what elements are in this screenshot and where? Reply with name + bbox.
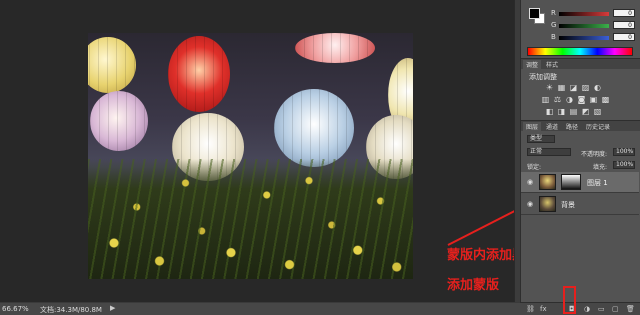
tab-adjustments[interactable]: 调整 xyxy=(523,60,542,69)
adjustment-icons-row-3: ◧ ◨ ▤ ◩ ▧ xyxy=(545,107,602,116)
brightness-icon[interactable]: ☀ xyxy=(545,83,554,92)
layer-row-background[interactable]: ◉ 背景 xyxy=(521,194,639,215)
invert-icon[interactable]: ◧ xyxy=(545,107,554,116)
layers-panel: 图层 通道 路径 历史记录 类型 正常 不透明度: 100% 锁定: 填充: 1… xyxy=(521,120,640,302)
levels-icon[interactable]: ▦ xyxy=(557,83,566,92)
vibrance-icon[interactable]: ◐ xyxy=(593,83,602,92)
lantern-purple xyxy=(90,91,148,151)
fill-field[interactable]: 100% xyxy=(613,161,635,169)
green-value-field[interactable]: 0 xyxy=(613,21,635,29)
visibility-eye-icon[interactable]: ◉ xyxy=(527,178,533,186)
foreground-color-swatch[interactable] xyxy=(529,8,540,19)
layer-name[interactable]: 图层 1 xyxy=(587,178,608,188)
tab-history[interactable]: 历史记录 xyxy=(583,122,613,131)
visibility-eye-icon[interactable]: ◉ xyxy=(527,200,533,208)
green-slider-track[interactable] xyxy=(559,24,609,28)
layers-tabs: 图层 通道 路径 历史记录 xyxy=(521,121,640,131)
channel-mixer-icon[interactable]: ▣ xyxy=(589,95,598,104)
zoom-level[interactable]: 66.67% xyxy=(2,305,29,313)
status-menu-arrow-icon[interactable]: ▶ xyxy=(110,304,115,312)
link-icon[interactable]: ⛓ xyxy=(526,305,535,313)
adjustment-icons-row-2: ▥ ⚖ ◑ ◙ ▣ ▩ xyxy=(541,95,610,104)
blue-value-field[interactable]: 0 xyxy=(613,33,635,41)
tab-layers[interactable]: 图层 xyxy=(523,122,542,131)
new-layer-icon[interactable]: ▢ xyxy=(612,305,619,313)
hue-saturation-icon[interactable]: ▥ xyxy=(541,95,550,104)
blend-mode-select[interactable]: 正常 xyxy=(527,148,571,156)
document-image-lanterns[interactable] xyxy=(88,33,413,279)
tab-paths[interactable]: 路径 xyxy=(563,122,581,131)
status-bar: 66.67% 文档:34.3M/80.8M ▶ xyxy=(0,302,520,315)
lock-label: 锁定: xyxy=(527,164,542,171)
opacity-label: 不透明度: xyxy=(581,151,608,158)
layer-mask-thumbnail[interactable] xyxy=(561,174,581,190)
red-value-field[interactable]: 0 xyxy=(613,9,635,17)
exposure-icon[interactable]: ▨ xyxy=(581,83,590,92)
opacity-field[interactable]: 100% xyxy=(613,148,635,156)
adjustments-panel: 调整 样式 添加调整 ☀ ▦ ◪ ▨ ◐ ▥ ⚖ ◑ ◙ ▣ ▩ ◧ ◨ ▤ ◩… xyxy=(521,58,640,120)
annotation-mask-note: 添加蒙版 xyxy=(447,278,500,293)
selective-color-icon[interactable]: ▧ xyxy=(593,107,602,116)
adjustments-tabs: 调整 样式 xyxy=(521,59,640,69)
lantern-red xyxy=(168,36,230,112)
gradient-map-icon[interactable]: ◩ xyxy=(581,107,590,116)
rapeseed-flower-field xyxy=(88,159,413,279)
tab-styles[interactable]: 样式 xyxy=(543,60,561,69)
color-lookup-icon[interactable]: ▩ xyxy=(601,95,610,104)
layer-filter-kind[interactable]: 类型 xyxy=(527,135,555,143)
black-white-icon[interactable]: ◑ xyxy=(565,95,574,104)
adjustments-title: 添加调整 xyxy=(529,73,557,81)
trash-icon[interactable]: 🗑 xyxy=(626,305,635,313)
tab-channels[interactable]: 通道 xyxy=(543,122,561,131)
canvas-workspace[interactable] xyxy=(0,0,514,302)
adjustment-icons-row-1: ☀ ▦ ◪ ▨ ◐ xyxy=(545,83,602,92)
slider-red[interactable]: R 0 xyxy=(551,9,639,18)
layer-thumbnail xyxy=(539,196,556,212)
threshold-icon[interactable]: ▤ xyxy=(569,107,578,116)
adjustment-icon[interactable]: ◑ xyxy=(584,305,590,313)
panel-dock: R 0 G 0 B 0 调整 样式 添加调整 ☀ ▦ ◪ ▨ ◐ ▥ ⚖ ◑ ◙… xyxy=(520,0,640,315)
layer-row-layer1[interactable]: ◉ 图层 1 xyxy=(521,172,639,193)
color-balance-icon[interactable]: ⚖ xyxy=(553,95,562,104)
slider-letter: R xyxy=(551,9,556,17)
color-panel: R 0 G 0 B 0 xyxy=(521,0,640,58)
slider-blue[interactable]: B 0 xyxy=(551,33,639,42)
lantern-pink-top xyxy=(295,33,375,63)
add-mask-highlight-box xyxy=(563,286,576,314)
slider-letter: G xyxy=(551,21,557,29)
fill-label: 填充: xyxy=(593,164,608,171)
blue-slider-track[interactable] xyxy=(559,36,609,40)
layer-thumbnail xyxy=(539,174,556,190)
document-size: 文档:34.3M/80.8M xyxy=(40,306,102,314)
curves-icon[interactable]: ◪ xyxy=(569,83,578,92)
layer-name[interactable]: 背景 xyxy=(561,200,575,210)
slider-letter: B xyxy=(551,33,556,41)
lantern-top-left xyxy=(88,37,136,93)
color-spectrum-bar[interactable] xyxy=(527,47,633,56)
lantern-blue xyxy=(274,89,354,167)
folder-icon[interactable]: ▭ xyxy=(598,305,605,313)
fx-icon[interactable]: fx xyxy=(540,305,547,313)
photo-filter-icon[interactable]: ◙ xyxy=(577,95,586,104)
slider-green[interactable]: G 0 xyxy=(551,21,639,30)
layers-footer: ⛓ fx ◘ ◑ ▭ ▢ 🗑 xyxy=(520,302,640,315)
red-slider-track[interactable] xyxy=(559,12,609,16)
posterize-icon[interactable]: ◨ xyxy=(557,107,566,116)
